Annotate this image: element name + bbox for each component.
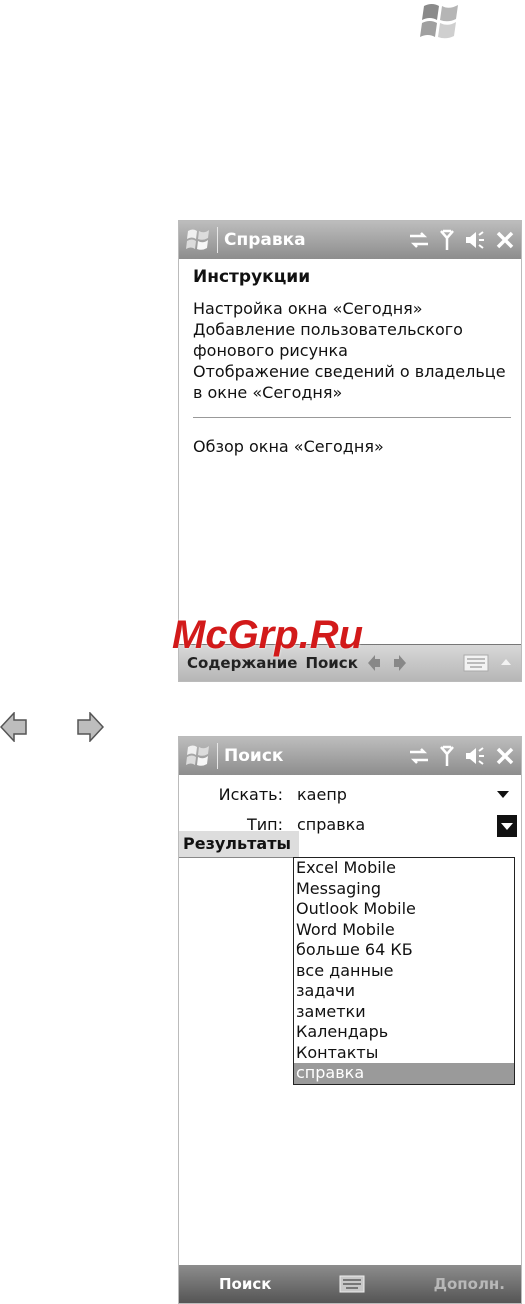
dropdown-option[interactable]: задачи — [294, 981, 514, 1002]
dropdown-option[interactable]: Messaging — [294, 879, 514, 900]
results-header: Результаты — [179, 831, 299, 858]
signal-antenna-icon[interactable] — [439, 745, 455, 767]
instructions-heading: Инструкции — [193, 267, 311, 287]
window-title: Справка — [224, 230, 306, 250]
keyboard-icon[interactable] — [339, 1275, 365, 1293]
dropdown-option[interactable]: заметки — [294, 1002, 514, 1023]
search-row: Искать: каепр — [179, 785, 519, 809]
divider — [193, 417, 511, 418]
search-label: Искать: — [218, 785, 283, 804]
forward-arrow-icon[interactable] — [392, 655, 406, 671]
dropdown-option[interactable]: больше 64 КБ — [294, 940, 514, 961]
dropdown-option[interactable]: Календарь — [294, 1022, 514, 1043]
window-title: Поиск — [224, 746, 284, 766]
title-separator — [217, 743, 218, 769]
start-menu-icon[interactable] — [183, 741, 213, 771]
chevron-down-icon — [501, 823, 513, 830]
link-today-settings[interactable]: Настройка окна «Сегодня» — [193, 298, 511, 319]
title-bar: Поиск — [179, 737, 521, 775]
link-owner-info[interactable]: Отображение сведений о владельце в окне … — [193, 361, 511, 403]
title-separator — [217, 227, 218, 253]
dropdown-option[interactable]: Контакты — [294, 1043, 514, 1064]
type-dropdown-list: Excel Mobile Messaging Outlook Mobile Wo… — [293, 857, 515, 1085]
close-icon[interactable] — [495, 230, 515, 250]
start-menu-icon[interactable] — [183, 225, 213, 255]
dropdown-option[interactable]: все данные — [294, 961, 514, 982]
dropdown-option[interactable]: Word Mobile — [294, 920, 514, 941]
back-arrow-icon — [0, 712, 27, 742]
back-arrow-icon[interactable] — [367, 655, 382, 671]
dropdown-option[interactable]: Excel Mobile — [294, 858, 514, 879]
chevron-down-icon[interactable] — [497, 791, 509, 799]
caret-up-icon[interactable] — [501, 659, 511, 665]
type-dropdown-button[interactable] — [497, 815, 517, 837]
connectivity-icon[interactable] — [408, 746, 430, 766]
forward-arrow-icon — [77, 712, 104, 742]
volume-icon[interactable] — [464, 230, 486, 250]
title-bar: Справка — [179, 221, 521, 259]
link-today-overview[interactable]: Обзор окна «Сегодня» — [193, 436, 511, 457]
signal-antenna-icon[interactable] — [439, 229, 455, 251]
type-select[interactable]: справка — [297, 815, 365, 834]
volume-icon[interactable] — [464, 746, 486, 766]
search-screen: Поиск Искать: каепр Тип: справка Результ… — [178, 736, 522, 1304]
search-softkey[interactable]: Поиск — [219, 1275, 271, 1293]
watermark: McGrp.Ru — [172, 613, 364, 657]
search-input[interactable]: каепр — [297, 785, 347, 804]
dropdown-option[interactable]: Outlook Mobile — [294, 899, 514, 920]
close-icon[interactable] — [495, 746, 515, 766]
link-add-background[interactable]: Добавление пользовательского фонового ри… — [193, 319, 511, 361]
connectivity-icon[interactable] — [408, 230, 430, 250]
dropdown-option-selected[interactable]: справка — [294, 1063, 514, 1084]
windows-flag-icon — [420, 4, 458, 39]
more-softkey[interactable]: Дополн. — [434, 1275, 505, 1293]
bottom-menu-bar: Поиск Дополн. — [179, 1265, 521, 1303]
keyboard-icon[interactable] — [463, 654, 489, 672]
